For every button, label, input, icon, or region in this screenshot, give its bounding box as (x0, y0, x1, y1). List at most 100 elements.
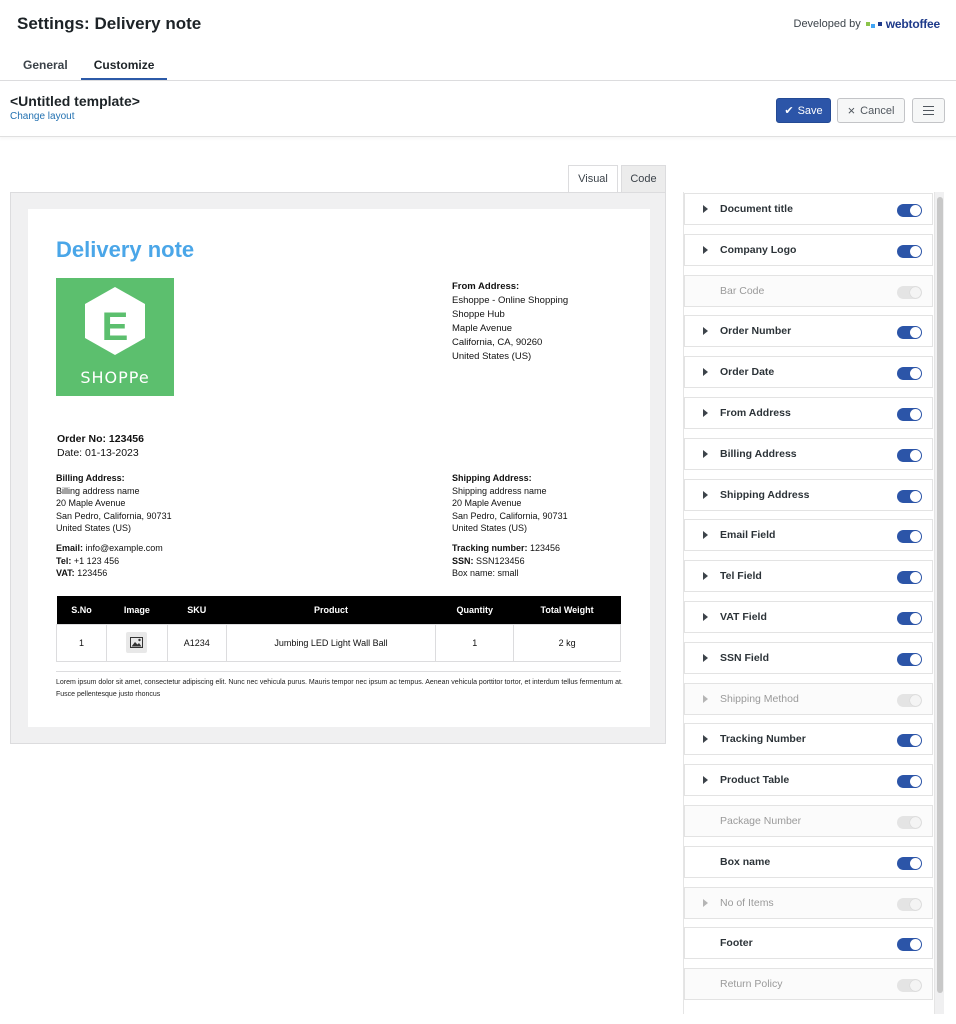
caret-right-icon[interactable] (703, 695, 708, 703)
panel-item[interactable]: Bar Code (684, 275, 933, 307)
caret-right-icon[interactable] (703, 899, 708, 907)
email-field: Email: info@example.com (56, 543, 163, 553)
tracking-info[interactable]: Tracking number: 123456 SSN: SSN123456 B… (452, 542, 560, 580)
caret-right-icon[interactable] (703, 491, 708, 499)
toggle-switch[interactable] (897, 571, 922, 584)
column-header: S.No (56, 596, 107, 624)
panel-item-label: Footer (720, 937, 753, 949)
toggle-switch[interactable] (897, 694, 922, 707)
tab-code[interactable]: Code (621, 165, 666, 192)
caret-right-icon[interactable] (703, 205, 708, 213)
billing-address[interactable]: Billing Address: Billing address name 20… (56, 472, 172, 535)
toggle-switch[interactable] (897, 408, 922, 421)
logo-square-icon (877, 22, 882, 26)
panel-item[interactable]: Tracking Number (684, 723, 933, 755)
from-address[interactable]: From Address: Eshoppe - Online Shopping … (452, 280, 568, 364)
panel-item[interactable]: Shipping Address (684, 479, 933, 511)
panel-item[interactable]: No of Items (684, 887, 933, 919)
shipping-address[interactable]: Shipping Address: Shipping address name … (452, 472, 568, 535)
panel-item-label: Shipping Method (720, 693, 799, 705)
panel-item[interactable]: Document title (684, 193, 933, 225)
panel-item[interactable]: Order Number (684, 315, 933, 347)
webtoffee-logo[interactable]: webtoffee (865, 17, 940, 31)
panel-item[interactable]: From Address (684, 397, 933, 429)
caret-right-icon[interactable] (703, 327, 708, 335)
document-footer[interactable]: Lorem ipsum dolor sit amet, consectetur … (56, 677, 626, 701)
caret-right-icon[interactable] (703, 572, 708, 580)
tab-general[interactable]: General (10, 50, 81, 80)
preview-frame: Delivery note E SHOPPe From Address: Esh… (10, 192, 666, 744)
toggle-knob (910, 246, 921, 257)
toggle-knob (910, 572, 921, 583)
panel-item[interactable]: Billing Address (684, 438, 933, 470)
toggle-switch[interactable] (897, 816, 922, 829)
caret-right-icon[interactable] (703, 531, 708, 539)
scrollbar-thumb[interactable] (937, 197, 943, 993)
toggle-switch[interactable] (897, 898, 922, 911)
panel-item-label: Shipping Address (720, 489, 810, 501)
toggle-switch[interactable] (897, 204, 922, 217)
toggle-switch[interactable] (897, 857, 922, 870)
panel-item[interactable]: Order Date (684, 356, 933, 388)
toggle-switch[interactable] (897, 326, 922, 339)
panel-item[interactable]: Tel Field (684, 560, 933, 592)
panel-item[interactable]: Box name (684, 846, 933, 878)
toggle-switch[interactable] (897, 490, 922, 503)
toggle-knob (910, 899, 921, 910)
toggle-switch[interactable] (897, 775, 922, 788)
panel-item[interactable]: Company Logo (684, 234, 933, 266)
caret-right-icon[interactable] (703, 450, 708, 458)
panel-item[interactable]: SSN Field (684, 642, 933, 674)
toggle-switch[interactable] (897, 612, 922, 625)
product-table[interactable]: S.No Image SKU Product Quantity Total We… (56, 596, 621, 662)
order-date[interactable]: Date: 01-13-2023 (57, 447, 139, 459)
caret-right-icon[interactable] (703, 654, 708, 662)
toggle-knob (910, 327, 921, 338)
toggle-switch[interactable] (897, 286, 922, 299)
main-tabs: General Customize (10, 50, 168, 80)
caret-right-icon[interactable] (703, 735, 708, 743)
panel-item[interactable]: Shipping Method (684, 683, 933, 715)
panel-item[interactable]: Footer (684, 927, 933, 959)
toggle-switch[interactable] (897, 938, 922, 951)
toggle-switch[interactable] (897, 979, 922, 992)
column-header: Quantity (435, 596, 514, 624)
document-title[interactable]: Delivery note (56, 237, 194, 263)
panel-item[interactable]: Product Table (684, 764, 933, 796)
panel-item[interactable]: VAT Field (684, 601, 933, 633)
change-layout-link[interactable]: Change layout (10, 111, 75, 122)
document-preview: Delivery note E SHOPPe From Address: Esh… (28, 209, 650, 727)
company-logo[interactable]: E SHOPPe (56, 278, 174, 396)
tab-customize[interactable]: Customize (80, 50, 168, 80)
column-header: SKU (167, 596, 227, 624)
toggle-switch[interactable] (897, 449, 922, 462)
panel-item-label: Product Table (720, 774, 790, 786)
from-address-line: United States (US) (452, 351, 532, 362)
panel-item-label: No of Items (720, 897, 774, 909)
caret-right-icon[interactable] (703, 368, 708, 376)
panel-item[interactable]: Email Field (684, 519, 933, 551)
order-number[interactable]: Order No: 123456 (57, 433, 144, 445)
cancel-button[interactable]: × Cancel (837, 98, 905, 123)
panel-item[interactable]: Return Policy (684, 968, 933, 1000)
contact-info[interactable]: Email: info@example.com Tel: +1 123 456 … (56, 542, 163, 580)
svg-text:SHOPPe: SHOPPe (80, 368, 149, 387)
from-address-line: Maple Avenue (452, 323, 513, 334)
table-header-row: S.No Image SKU Product Quantity Total We… (56, 596, 621, 624)
toggle-switch[interactable] (897, 245, 922, 258)
toggle-switch[interactable] (897, 530, 922, 543)
toggle-switch[interactable] (897, 734, 922, 747)
panel-item-label: Order Date (720, 366, 775, 378)
tab-visual[interactable]: Visual (568, 165, 618, 192)
caret-right-icon[interactable] (703, 613, 708, 621)
caret-right-icon[interactable] (703, 409, 708, 417)
panel-item[interactable]: Package Number (684, 805, 933, 837)
toggle-switch[interactable] (897, 367, 922, 380)
toggle-knob (910, 613, 921, 624)
save-button[interactable]: ✔ Save (776, 98, 831, 123)
menu-button[interactable] (912, 98, 945, 123)
toggle-switch[interactable] (897, 653, 922, 666)
caret-right-icon[interactable] (703, 246, 708, 254)
caret-right-icon[interactable] (703, 776, 708, 784)
panel-item-label: Tracking Number (720, 733, 806, 745)
